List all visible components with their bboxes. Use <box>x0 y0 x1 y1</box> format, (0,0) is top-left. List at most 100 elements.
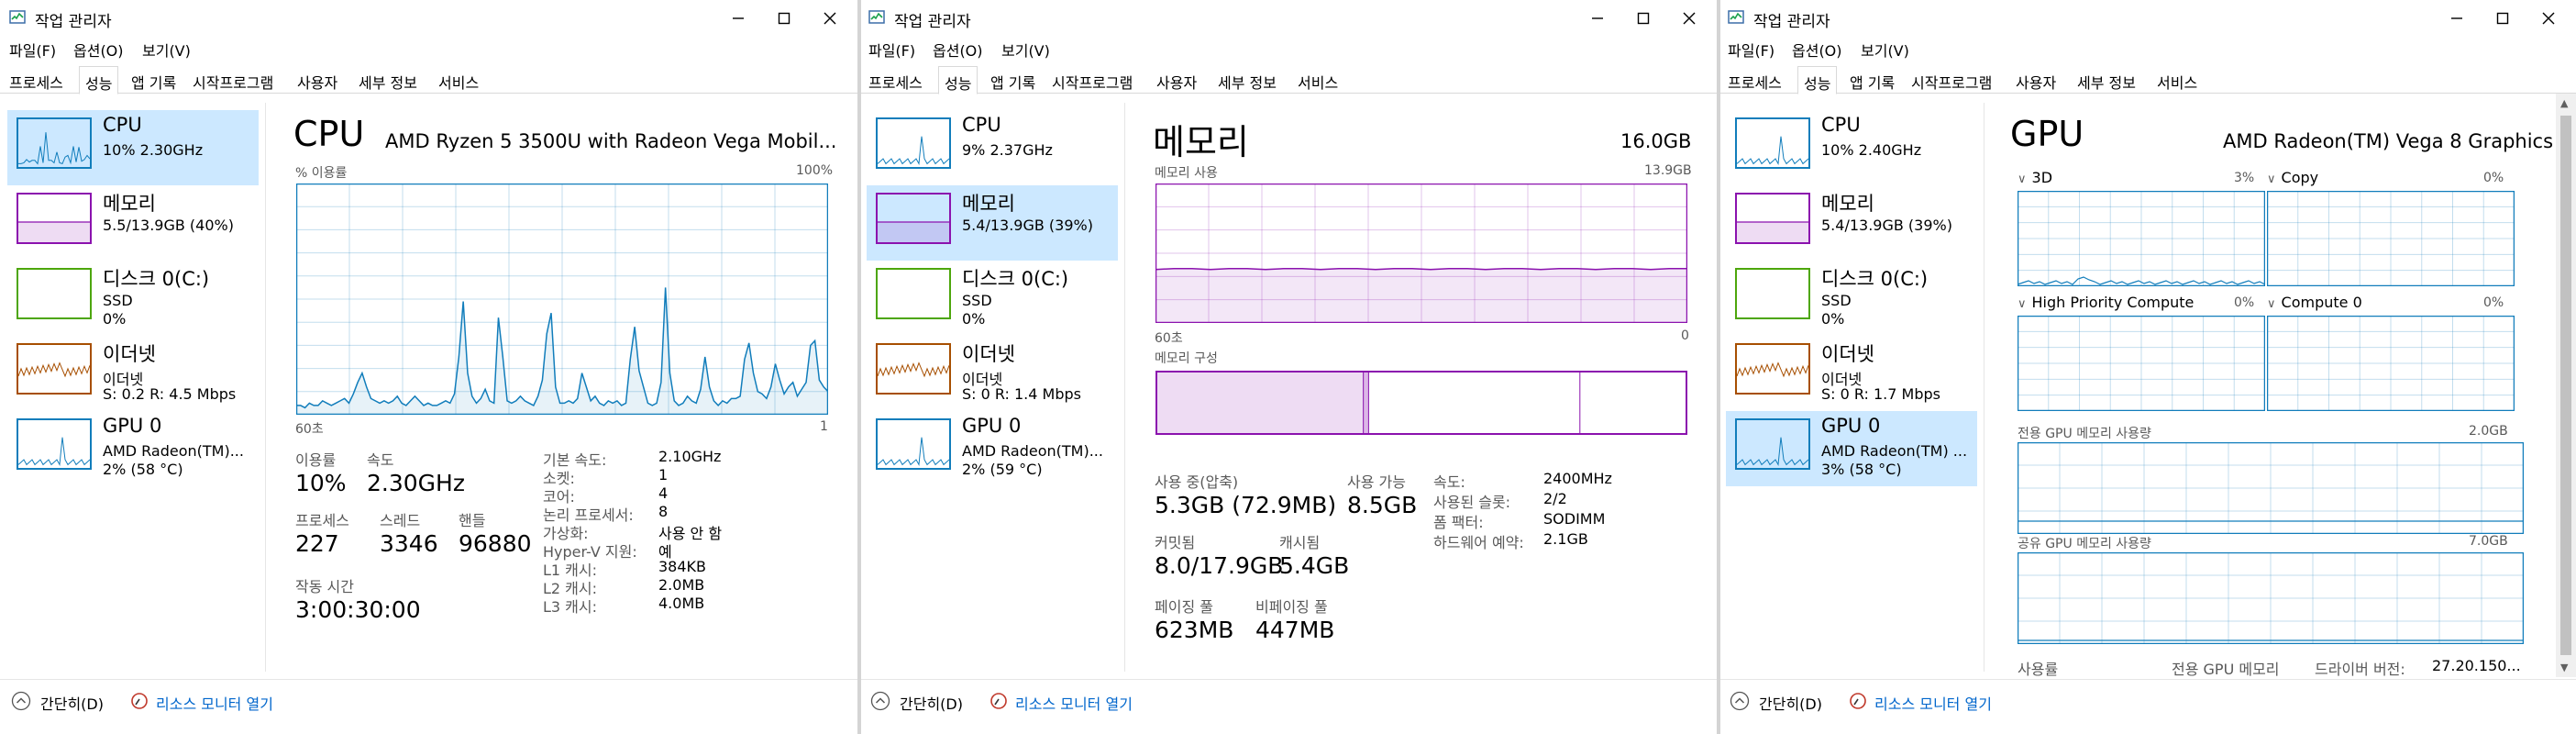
ethernet-thumbnail-line <box>877 361 950 378</box>
menu-file[interactable]: 파일(F) <box>9 39 56 61</box>
menu-file[interactable]: 파일(F) <box>868 39 915 61</box>
gpu-thumbnail-graph <box>1735 418 1810 470</box>
sidebar-item-detail: 10% 2.40GHz <box>1821 141 1922 159</box>
task-manager-window: 작업 관리자 파일(F) 옵션(O) 보기(V) 프로세스 성능 앱 기록 시작… <box>1719 0 2576 734</box>
task-manager-window: 작업 관리자 파일(F) 옵션(O) 보기(V) 프로세스 성능 앱 기록 시작… <box>859 0 1717 734</box>
title-bar[interactable]: 작업 관리자 <box>1719 0 2576 37</box>
fewer-details-link[interactable]: 간단히(D) <box>900 692 963 714</box>
tab-details[interactable]: 세부 정보 <box>1212 68 1282 94</box>
tab-performance[interactable]: 성능 <box>938 66 978 95</box>
vertical-scrollbar[interactable]: ▲ ▼ <box>2556 94 2576 677</box>
gpu-engine-grid <box>2017 315 2266 412</box>
tab-startup[interactable]: 시작프로그램 <box>1906 68 1997 94</box>
tab-performance[interactable]: 성능 <box>1797 66 1838 95</box>
open-resource-monitor-link[interactable]: 리소스 모니터 열기 <box>1015 692 1133 714</box>
title-bar[interactable]: 작업 관리자 <box>0 0 857 37</box>
sidebar-item-gpu[interactable]: GPU 0 AMD Radeon(TM) ... 3% (58 °C) <box>1726 411 1977 486</box>
menu-view[interactable]: 보기(V) <box>1001 39 1050 61</box>
sidebar-item-ethernet[interactable]: 이더넷 이더넷 S: 0 R: 1.7 Mbps <box>1726 336 1977 411</box>
tab-performance[interactable]: 성능 <box>79 66 119 95</box>
scroll-down-icon[interactable]: ▼ <box>2560 662 2568 673</box>
collapse-chevron-icon[interactable] <box>11 691 31 711</box>
sidebar-item-disk[interactable]: 디스크 0(C:) SSD 0% <box>7 261 259 336</box>
menu-view[interactable]: 보기(V) <box>142 39 191 61</box>
scroll-thumb[interactable] <box>2560 116 2571 655</box>
stat-label-cache: 캐시됨 <box>1279 534 1321 551</box>
collapse-chevron-icon[interactable] <box>870 691 890 711</box>
sidebar-item-disk[interactable]: 디스크 0(C:) SSD 0% <box>1726 261 1977 336</box>
sidebar-item-gpu[interactable]: GPU 0 AMD Radeon(TM)... 2% (58 °C) <box>7 411 259 486</box>
collapse-chevron-icon[interactable] <box>1730 691 1750 711</box>
tab-processes[interactable]: 프로세스 <box>863 68 928 94</box>
gpu-engine-label[interactable]: ∨ Compute 0 <box>2267 294 2362 311</box>
sidebar-item-gpu[interactable]: GPU 0 AMD Radeon(TM)... 2% (59 °C) <box>867 411 1118 486</box>
tab-processes[interactable]: 프로세스 <box>4 68 69 94</box>
prop-value: 2.1GB <box>1543 530 1588 548</box>
tab-details[interactable]: 세부 정보 <box>2072 68 2141 94</box>
memory-composition-svg <box>1155 371 1687 435</box>
menu-options[interactable]: 옵션(O) <box>73 39 124 61</box>
close-icon[interactable] <box>2535 6 2562 31</box>
memory-thumbnail-line <box>878 221 949 242</box>
minimize-icon[interactable] <box>1584 6 1611 31</box>
page-title: CPU <box>293 114 365 154</box>
gpu-engine-name: High Priority Compute <box>2031 294 2195 311</box>
sidebar-item-memory[interactable]: 메모리 5.4/13.9GB (39%) <box>1726 185 1977 261</box>
maximize-icon[interactable] <box>1630 6 1657 31</box>
minimize-icon[interactable] <box>2443 6 2471 31</box>
tab-users[interactable]: 사용자 <box>292 68 343 94</box>
prop-value: 4.0MB <box>658 595 705 612</box>
menu-options[interactable]: 옵션(O) <box>1792 39 1842 61</box>
chevron-down-icon[interactable]: ∨ <box>2267 172 2276 186</box>
tab-processes[interactable]: 프로세스 <box>1722 68 1787 94</box>
fewer-details-link[interactable]: 간단히(D) <box>40 692 104 714</box>
chevron-down-icon[interactable]: ∨ <box>2018 172 2027 186</box>
sidebar-item-cpu[interactable]: CPU 10% 2.30GHz <box>7 110 259 185</box>
footer-bar: 간단히(D) 리소스 모니터 열기 <box>0 679 857 730</box>
menu-view[interactable]: 보기(V) <box>1861 39 1909 61</box>
minimize-icon[interactable] <box>724 6 752 31</box>
tab-details[interactable]: 세부 정보 <box>353 68 423 94</box>
scroll-up-icon[interactable]: ▲ <box>2560 97 2568 109</box>
menu-options[interactable]: 옵션(O) <box>933 39 983 61</box>
gpu-engine-label[interactable]: ∨ 3D <box>2018 169 2052 186</box>
sidebar-item-ethernet[interactable]: 이더넷 이더넷 S: 0 R: 1.4 Mbps <box>867 336 1118 411</box>
tab-users[interactable]: 사용자 <box>1151 68 1202 94</box>
prop-value: 384KB <box>658 558 707 575</box>
chevron-down-icon[interactable]: ∨ <box>2018 297 2027 311</box>
tab-app-history[interactable]: 앱 기록 <box>126 68 182 94</box>
close-icon[interactable] <box>1675 6 1703 31</box>
sidebar-item-ethernet[interactable]: 이더넷 이더넷 S: 0.2 R: 4.5 Mbps <box>7 336 259 411</box>
tab-services[interactable]: 서비스 <box>2151 68 2203 94</box>
fewer-details-link[interactable]: 간단히(D) <box>1759 692 1822 714</box>
tab-app-history[interactable]: 앱 기록 <box>985 68 1041 94</box>
gpu-engine-label[interactable]: ∨ Copy <box>2267 169 2318 186</box>
sidebar-item-memory[interactable]: 메모리 5.5/13.9GB (40%) <box>7 185 259 261</box>
title-bar[interactable]: 작업 관리자 <box>859 0 1717 37</box>
open-resource-monitor-link[interactable]: 리소스 모니터 열기 <box>156 692 273 714</box>
sidebar-item-cpu[interactable]: CPU 9% 2.37GHz <box>867 110 1118 185</box>
tab-app-history[interactable]: 앱 기록 <box>1844 68 1900 94</box>
sidebar-item-detail: AMD Radeon(TM) ... <box>1821 442 1968 460</box>
maximize-icon[interactable] <box>770 6 798 31</box>
chevron-down-icon[interactable]: ∨ <box>2267 297 2276 311</box>
gpu-engine-label[interactable]: ∨ High Priority Compute <box>2018 294 2194 311</box>
sidebar-item-subdetail: S: 0 R: 1.7 Mbps <box>1821 385 1940 403</box>
close-icon[interactable] <box>816 6 844 31</box>
tab-startup[interactable]: 시작프로그램 <box>187 68 279 94</box>
open-resource-monitor-link[interactable]: 리소스 모니터 열기 <box>1874 692 1992 714</box>
sidebar-item-disk[interactable]: 디스크 0(C:) SSD 0% <box>867 261 1118 336</box>
prop-label: 하드웨어 예약: <box>1433 534 1524 551</box>
tab-services[interactable]: 서비스 <box>433 68 484 94</box>
sidebar-item-memory[interactable]: 메모리 5.4/13.9GB (39%) <box>867 185 1118 261</box>
sidebar-item-cpu[interactable]: CPU 10% 2.40GHz <box>1726 110 1977 185</box>
driver-version-label: 드라이버 버전: <box>2315 661 2405 678</box>
tab-services[interactable]: 서비스 <box>1292 68 1343 94</box>
prop-label: L3 캐시: <box>543 598 598 616</box>
tab-users[interactable]: 사용자 <box>2010 68 2062 94</box>
menu-file[interactable]: 파일(F) <box>1728 39 1774 61</box>
gpu-engine-pct: 0% <box>2234 295 2255 310</box>
maximize-icon[interactable] <box>2489 6 2516 31</box>
tab-startup[interactable]: 시작프로그램 <box>1046 68 1138 94</box>
sidebar-item-name: 이더넷 <box>1821 343 1874 365</box>
